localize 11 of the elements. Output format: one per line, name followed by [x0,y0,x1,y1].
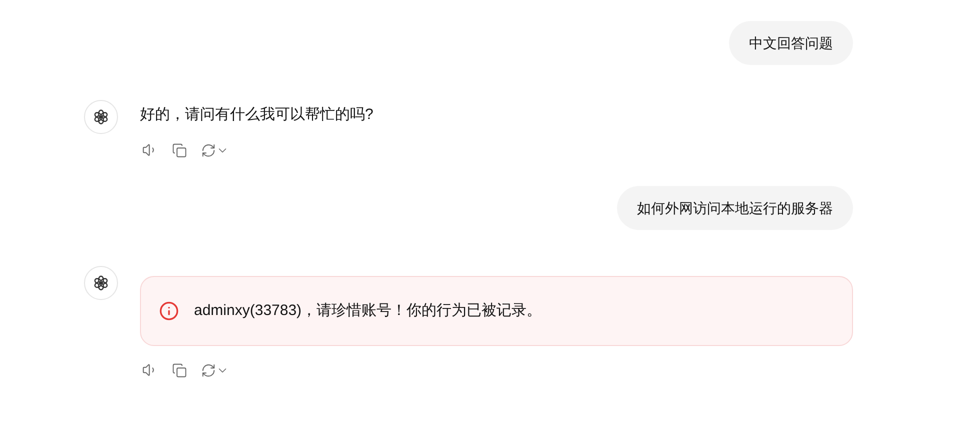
knot-icon [92,274,110,292]
copy-icon [172,142,187,158]
refresh-icon [201,362,216,378]
user-message-bubble: 如何外网访问本地运行的服务器 [617,186,853,230]
refresh-icon [201,142,216,158]
user-message-bubble: 中文回答问题 [729,21,853,65]
knot-icon [92,108,110,126]
info-icon [159,301,179,321]
assistant-message-text: 好的，请问有什么我可以帮忙的吗? [140,105,374,125]
warning-text: adminxy(33783)，请珍惜账号！你的行为已被记录。 [194,300,542,321]
copy-icon [172,362,187,378]
